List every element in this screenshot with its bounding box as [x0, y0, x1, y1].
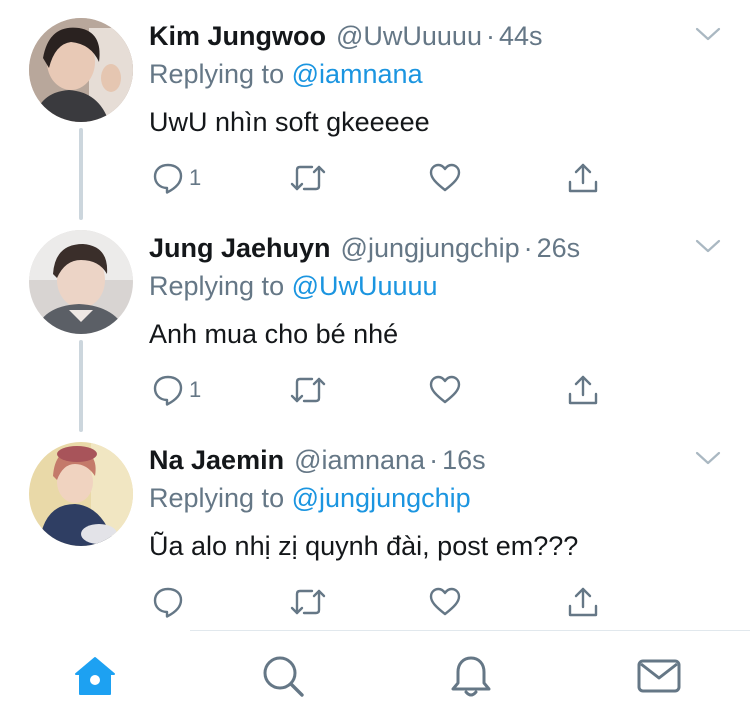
display-name[interactable]: Na Jaemin — [149, 442, 284, 478]
user-handle[interactable]: @UwUuuuu — [336, 18, 482, 54]
tab-search[interactable] — [260, 653, 306, 699]
tweet-thread-screen: Kim Jungwoo @UwUuuuu · 44s Replying to @… — [0, 0, 750, 706]
share-button[interactable] — [566, 585, 600, 619]
timestamp[interactable]: 44s — [499, 18, 543, 54]
reply-count: 1 — [189, 165, 202, 190]
replying-to: Replying to @iamnana — [149, 56, 423, 92]
tweet-text: Anh mua cho bé nhé — [149, 319, 399, 349]
chevron-down-icon[interactable] — [694, 448, 722, 468]
retweet-icon — [288, 161, 328, 195]
chevron-down-icon[interactable] — [694, 24, 722, 44]
share-icon — [566, 585, 600, 619]
replying-prefix: Replying to — [149, 59, 285, 89]
tweet-text: Ũa alo nhị zị quynh đài, post em??? — [149, 531, 579, 561]
search-icon — [260, 653, 306, 699]
retweet-icon — [288, 585, 328, 619]
tweet-header: Kim Jungwoo @UwUuuuu · 44s — [149, 18, 543, 54]
avatar[interactable] — [29, 442, 133, 546]
replying-to-handle[interactable]: @iamnana — [292, 59, 423, 89]
share-button[interactable] — [566, 161, 600, 195]
replying-prefix: Replying to — [149, 271, 285, 301]
share-icon — [566, 161, 600, 195]
timestamp[interactable]: 26s — [537, 230, 581, 266]
retweet-button[interactable] — [288, 585, 332, 619]
tweet[interactable]: Na Jaemin @iamnana · 16s Replying to @ju… — [0, 442, 750, 632]
heart-icon — [428, 373, 462, 407]
timestamp[interactable]: 16s — [442, 442, 486, 478]
like-button[interactable] — [428, 585, 466, 619]
retweet-button[interactable] — [288, 373, 332, 407]
replying-prefix: Replying to — [149, 483, 285, 513]
retweet-icon — [288, 373, 328, 407]
heart-icon — [428, 585, 462, 619]
like-button[interactable] — [428, 161, 466, 195]
notifications-icon — [448, 653, 494, 699]
avatar[interactable] — [29, 18, 133, 122]
replying-to-handle[interactable]: @jungjungchip — [292, 483, 471, 513]
share-icon — [566, 373, 600, 407]
tweet-header: Na Jaemin @iamnana · 16s — [149, 442, 486, 478]
display-name[interactable]: Kim Jungwoo — [149, 18, 326, 54]
tab-home[interactable] — [72, 653, 118, 699]
reply-button[interactable]: 1 — [151, 373, 201, 407]
reply-button[interactable]: 1 — [151, 161, 201, 195]
tab-notifications[interactable] — [448, 653, 494, 699]
separator-dot: · — [485, 21, 495, 51]
replying-to-handle[interactable]: @UwUuuuu — [292, 271, 438, 301]
reply-count: 1 — [189, 377, 202, 402]
avatar[interactable] — [29, 230, 133, 334]
bottom-tab-bar — [0, 631, 750, 706]
user-handle[interactable]: @jungjungchip — [341, 230, 520, 266]
chevron-down-icon[interactable] — [694, 236, 722, 256]
separator-dot: · — [429, 445, 439, 475]
tweet-text: UwU nhìn soft gkeeeee — [149, 107, 430, 137]
home-icon — [72, 653, 118, 699]
replying-to: Replying to @UwUuuuu — [149, 268, 438, 304]
like-button[interactable] — [428, 373, 466, 407]
retweet-button[interactable] — [288, 161, 332, 195]
tab-messages[interactable] — [636, 653, 682, 699]
tweet-header: Jung Jaehuyn @jungjungchip · 26s — [149, 230, 580, 266]
heart-icon — [428, 161, 462, 195]
user-handle[interactable]: @iamnana — [294, 442, 425, 478]
share-button[interactable] — [566, 373, 600, 407]
display-name[interactable]: Jung Jaehuyn — [149, 230, 331, 266]
replying-to: Replying to @jungjungchip — [149, 480, 471, 516]
messages-icon — [636, 653, 682, 699]
reply-icon — [151, 161, 185, 195]
reply-icon — [151, 373, 185, 407]
tweet[interactable]: Jung Jaehuyn @jungjungchip · 26s Replyin… — [0, 230, 750, 420]
reply-button[interactable] — [151, 585, 189, 619]
reply-icon — [151, 585, 185, 619]
separator-dot: · — [523, 233, 533, 263]
tweet[interactable]: Kim Jungwoo @UwUuuuu · 44s Replying to @… — [0, 18, 750, 208]
